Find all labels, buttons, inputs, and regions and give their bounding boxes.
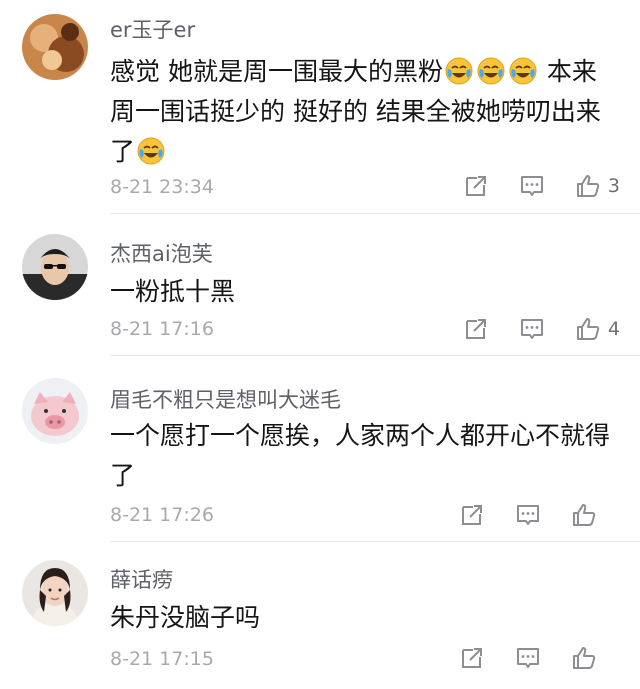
timestamp: 8-21 17:26 <box>110 504 214 526</box>
comment-button[interactable] <box>518 172 546 200</box>
like-count: 3 <box>607 175 620 197</box>
username[interactable]: 薛话痨 <box>110 564 173 594</box>
share-button[interactable] <box>462 315 490 343</box>
action-bar: 4 <box>462 315 620 343</box>
comment-text-part: 感觉 她就是周一围最大的黑粉 <box>110 57 443 86</box>
comment-text: 一个愿打一个愿挨，人家两个人都开心不就得了 <box>110 421 611 490</box>
username[interactable]: er玉子er <box>110 14 195 44</box>
avatar[interactable] <box>22 378 88 444</box>
comment-item: er玉子er 感觉 她就是周一围最大的黑粉 本来周一围话挺少的 挺好的 结果全被… <box>0 0 640 214</box>
comment-item: 杰西ai泡芙 一粉抵十黑 8-21 17:16 4 <box>0 214 640 356</box>
comment-icon <box>520 319 543 339</box>
avatar[interactable] <box>22 560 88 626</box>
timestamp: 8-21 17:16 <box>110 318 214 340</box>
laughing-crying-emoji-icon <box>137 137 165 165</box>
comment-text: 感觉 她就是周一围最大的黑粉 本来周一围话挺少的 挺好的 结果全被她唠叨出来了 <box>110 52 620 172</box>
like-button[interactable]: 4 <box>574 315 620 343</box>
share-icon <box>465 319 486 339</box>
avatar[interactable] <box>22 234 88 300</box>
comment-text: 一粉抵十黑 <box>110 277 236 306</box>
comment-icon <box>520 176 543 196</box>
thumbs-up-icon <box>576 175 600 197</box>
laughing-crying-emoji-icon <box>477 57 505 85</box>
timestamp: 8-21 23:34 <box>110 176 214 198</box>
comment-button[interactable] <box>514 644 542 672</box>
thumbs-up-icon <box>576 318 600 340</box>
comment-button[interactable] <box>514 501 542 529</box>
action-bar <box>458 501 616 529</box>
like-count: 4 <box>607 318 620 340</box>
comment-item: 眉毛不粗只是想叫大迷毛 一个愿打一个愿挨，人家两个人都开心不就得了 8-21 1… <box>0 356 640 542</box>
action-bar <box>458 644 616 672</box>
share-button[interactable] <box>458 644 486 672</box>
timestamp: 8-21 17:15 <box>110 648 214 670</box>
laughing-crying-emoji-icon <box>509 57 537 85</box>
username[interactable]: 杰西ai泡芙 <box>110 238 213 268</box>
like-button[interactable]: 3 <box>574 172 620 200</box>
share-icon <box>465 176 486 196</box>
comment-text: 朱丹没脑子吗 <box>110 603 261 632</box>
username[interactable]: 眉毛不粗只是想叫大迷毛 <box>110 384 341 414</box>
like-button[interactable] <box>570 644 616 672</box>
thumbs-up-icon <box>573 647 596 669</box>
laughing-crying-emoji-icon <box>445 57 473 85</box>
share-button[interactable] <box>462 172 490 200</box>
comment-button[interactable] <box>518 315 546 343</box>
like-button[interactable] <box>570 501 616 529</box>
share-button[interactable] <box>458 501 486 529</box>
avatar[interactable] <box>22 14 88 80</box>
comment-item: 薛话痨 朱丹没脑子吗 8-21 17:15 <box>0 542 640 689</box>
comment-icon <box>517 505 539 525</box>
comment-icon <box>517 648 539 668</box>
share-icon <box>462 648 482 668</box>
action-bar: 3 <box>462 172 620 200</box>
share-icon <box>462 505 482 525</box>
thumbs-up-icon <box>573 504 596 526</box>
